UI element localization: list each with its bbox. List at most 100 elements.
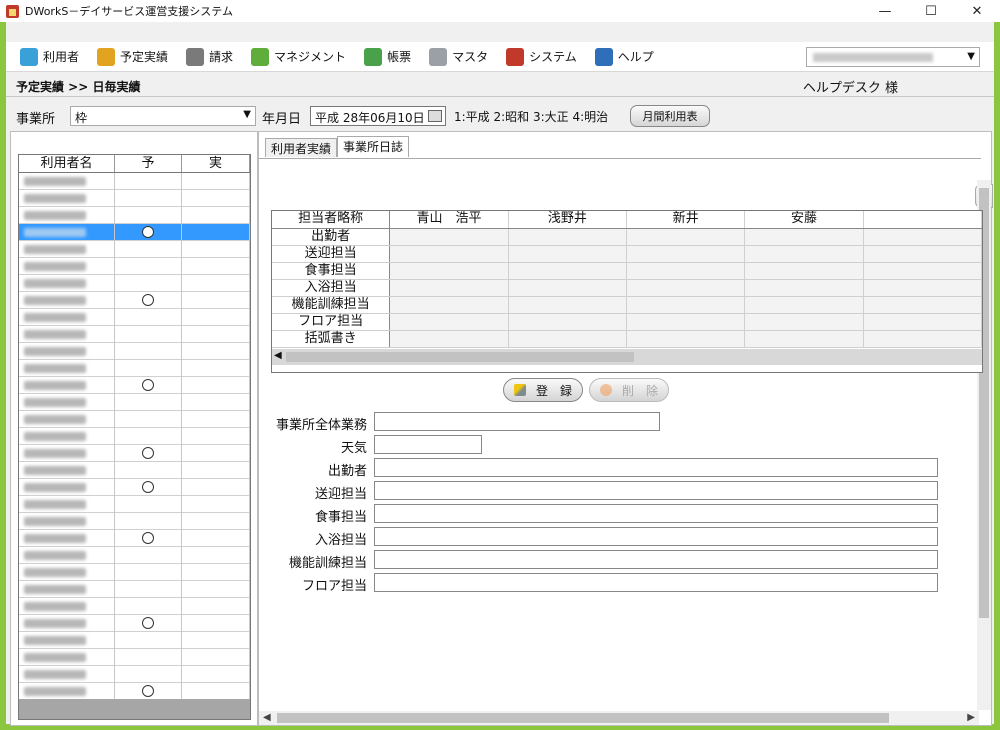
user-name-cell[interactable] <box>19 343 115 360</box>
user-name-cell[interactable] <box>19 666 115 683</box>
user-name-cell[interactable] <box>19 479 115 496</box>
user-name-cell[interactable] <box>19 241 115 258</box>
jisseki-cell[interactable] <box>182 258 250 275</box>
jisseki-cell[interactable] <box>182 530 250 547</box>
table-row[interactable] <box>19 666 250 683</box>
menu-item-3[interactable]: マネジメント <box>251 47 346 66</box>
jisseki-cell[interactable] <box>182 241 250 258</box>
table-row[interactable] <box>19 581 250 598</box>
jisseki-cell[interactable] <box>182 360 250 377</box>
user-name-cell[interactable] <box>19 513 115 530</box>
assignment-cell[interactable] <box>390 331 509 347</box>
jisseki-cell[interactable] <box>182 224 250 241</box>
jisseki-cell[interactable] <box>182 547 250 564</box>
user-name-cell[interactable] <box>19 224 115 241</box>
jisseki-cell[interactable] <box>182 564 250 581</box>
scroll-left-icon[interactable]: ◀ <box>263 712 271 723</box>
table-row[interactable] <box>19 479 250 496</box>
yotei-cell[interactable] <box>115 649 182 666</box>
user-name-cell[interactable] <box>19 173 115 190</box>
form-input[interactable] <box>374 504 938 523</box>
table-row[interactable] <box>19 377 250 394</box>
table-row[interactable] <box>19 632 250 649</box>
menu-item-2[interactable]: 請求 <box>186 47 233 66</box>
yotei-cell[interactable] <box>115 207 182 224</box>
form-input[interactable] <box>374 527 938 546</box>
assignment-cell[interactable] <box>863 314 982 330</box>
assignment-cell[interactable] <box>863 297 982 313</box>
yotei-cell[interactable] <box>115 292 182 309</box>
table-row[interactable] <box>19 428 250 445</box>
close-window-button[interactable]: ✕ <box>954 0 1000 22</box>
user-name-cell[interactable] <box>19 547 115 564</box>
assignment-cell[interactable] <box>508 229 627 245</box>
yotei-cell[interactable] <box>115 666 182 683</box>
staff-grid-scroll-thumb[interactable] <box>286 352 634 362</box>
table-row[interactable] <box>19 649 250 666</box>
jisseki-cell[interactable] <box>182 292 250 309</box>
user-name-cell[interactable] <box>19 207 115 224</box>
assignment-cell[interactable] <box>508 331 627 347</box>
assignment-cell[interactable] <box>863 263 982 279</box>
user-name-cell[interactable] <box>19 411 115 428</box>
minimize-button[interactable]: — <box>862 0 908 22</box>
menu-item-1[interactable]: 予定実績 <box>97 47 168 66</box>
staff-column-header[interactable]: 安藤 <box>745 211 864 228</box>
assignment-cell[interactable] <box>626 280 746 296</box>
assignment-cell[interactable] <box>626 314 746 330</box>
table-row[interactable] <box>19 360 250 377</box>
user-name-cell[interactable] <box>19 428 115 445</box>
user-name-cell[interactable] <box>19 615 115 632</box>
assignment-cell[interactable] <box>745 246 864 262</box>
staff-column-header[interactable]: 浅野井 <box>509 211 627 228</box>
yotei-cell[interactable] <box>115 445 182 462</box>
form-input[interactable] <box>374 435 482 454</box>
assignment-cell[interactable] <box>508 314 627 330</box>
assignment-cell[interactable] <box>390 314 509 330</box>
assignment-cell[interactable] <box>745 331 864 347</box>
jisseki-cell[interactable] <box>182 326 250 343</box>
register-button[interactable]: 登 録 <box>503 378 583 402</box>
table-row[interactable] <box>19 547 250 564</box>
assignment-cell[interactable] <box>863 229 982 245</box>
table-row[interactable] <box>19 258 250 275</box>
user-name-cell[interactable] <box>19 581 115 598</box>
staff-column-header[interactable]: 青山 浩平 <box>390 211 509 228</box>
staff-column-header[interactable]: 新井 <box>627 211 746 228</box>
maximize-button[interactable]: ☐ <box>908 0 954 22</box>
user-name-cell[interactable] <box>19 649 115 666</box>
yotei-cell[interactable] <box>115 224 182 241</box>
yotei-cell[interactable] <box>115 394 182 411</box>
user-name-cell[interactable] <box>19 360 115 377</box>
jisseki-cell[interactable] <box>182 632 250 649</box>
jisseki-cell[interactable] <box>182 581 250 598</box>
table-row[interactable] <box>19 190 250 207</box>
jisseki-cell[interactable] <box>182 173 250 190</box>
company-select[interactable]: ▼ <box>806 47 980 67</box>
assignment-cell[interactable] <box>390 297 509 313</box>
jisseki-cell[interactable] <box>182 207 250 224</box>
jisseki-cell[interactable] <box>182 377 250 394</box>
menu-item-4[interactable]: 帳票 <box>364 47 411 66</box>
yotei-cell[interactable] <box>115 275 182 292</box>
yotei-cell[interactable] <box>115 411 182 428</box>
table-row[interactable] <box>19 496 250 513</box>
user-name-cell[interactable] <box>19 292 115 309</box>
assignment-cell[interactable] <box>745 263 864 279</box>
header-user-name[interactable]: 利用者名 <box>19 155 115 172</box>
user-name-cell[interactable] <box>19 683 115 700</box>
table-row[interactable] <box>19 173 250 190</box>
jisseki-cell[interactable] <box>182 683 250 700</box>
form-input[interactable] <box>374 550 938 569</box>
yotei-cell[interactable] <box>115 428 182 445</box>
assignment-cell[interactable] <box>508 263 627 279</box>
header-jisseki[interactable]: 実 <box>182 155 250 172</box>
staff-grid-hscrollbar[interactable]: ◀ <box>272 349 982 365</box>
jisseki-cell[interactable] <box>182 190 250 207</box>
user-name-cell[interactable] <box>19 394 115 411</box>
menu-item-5[interactable]: マスタ <box>429 47 488 66</box>
assignment-cell[interactable] <box>390 229 509 245</box>
jisseki-cell[interactable] <box>182 343 250 360</box>
table-row[interactable] <box>19 292 250 309</box>
table-row[interactable] <box>19 598 250 615</box>
